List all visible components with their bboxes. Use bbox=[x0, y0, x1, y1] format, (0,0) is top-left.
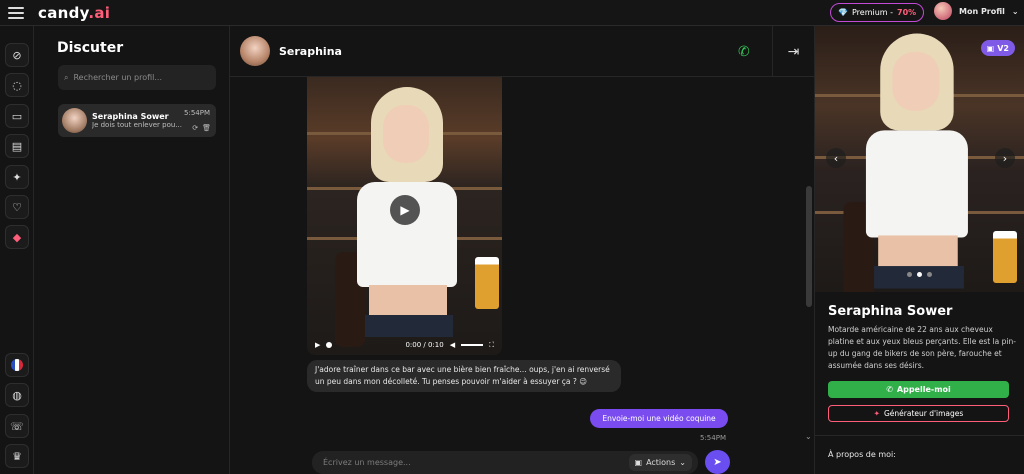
menu-icon[interactable] bbox=[8, 6, 24, 19]
magic-wand-icon[interactable]: ✦ bbox=[5, 165, 29, 189]
logo-text: candy bbox=[38, 3, 89, 22]
profile-label: Mon Profil bbox=[959, 6, 1005, 16]
chat-list: Discuter bbox=[34, 26, 230, 474]
divider bbox=[815, 435, 1024, 436]
avatar bbox=[934, 2, 952, 20]
play-icon[interactable]: ▶ bbox=[315, 341, 320, 349]
call-button-label: Appelle-moi bbox=[896, 385, 951, 394]
message-bubble: J'adore traîner dans ce bar avec une biè… bbox=[307, 360, 621, 392]
collapse-panel-icon[interactable]: ⇥ bbox=[772, 26, 814, 77]
icon-rail: ⊘ ◌ ▭ ▤ ✦ ♡ ◆ ◍ ☏ ♛ bbox=[0, 26, 34, 474]
gem-icon: 💎 bbox=[838, 8, 848, 17]
actions-label: Actions bbox=[646, 458, 676, 467]
chevron-right-icon[interactable]: › bbox=[995, 148, 1015, 168]
list-item[interactable]: Seraphina Sower Je dois tout enlever pou… bbox=[58, 104, 216, 137]
version-badge: ▣ V2 bbox=[980, 40, 1015, 56]
profile-name: Seraphina Sower bbox=[828, 304, 953, 319]
send-icon: ➤ bbox=[713, 456, 722, 468]
video-time: 0:00 / 0:10 bbox=[405, 341, 444, 349]
search-icon: ⌕ bbox=[64, 72, 69, 82]
actions-button[interactable]: ▣ Actions ⌄ bbox=[628, 454, 692, 471]
chevron-left-icon[interactable]: ‹ bbox=[826, 148, 846, 168]
discord-icon[interactable]: ◍ bbox=[5, 383, 29, 407]
message-placeholder: Écrivez un message... bbox=[323, 458, 411, 467]
phone-icon: ✆ bbox=[886, 385, 893, 394]
scrollbar[interactable] bbox=[806, 186, 812, 307]
premium-discount: 70% bbox=[897, 8, 917, 17]
trash-icon[interactable]: 🗑 bbox=[202, 124, 211, 132]
conversation-preview: Je dois tout enlever pou... bbox=[92, 121, 182, 129]
profile-image-carousel[interactable]: ▣ V2 ‹ › bbox=[815, 26, 1024, 292]
character-image bbox=[843, 33, 997, 292]
seek-handle[interactable] bbox=[326, 342, 333, 348]
magic-icon: ✦ bbox=[873, 409, 880, 418]
flag-icon[interactable] bbox=[5, 353, 29, 377]
chat-icon[interactable]: ◌ bbox=[5, 73, 29, 97]
conversation-time: 5:54PM bbox=[184, 109, 210, 117]
message-input[interactable]: Écrivez un message... ▣ Actions ⌄ bbox=[312, 451, 698, 474]
sent-message-text: Envoie-moi une vidéo coquine bbox=[602, 414, 716, 423]
chevron-down-icon[interactable]: ⌄ bbox=[805, 432, 812, 441]
avatar bbox=[62, 108, 87, 133]
call-button[interactable]: ✆ Appelle-moi bbox=[828, 381, 1009, 398]
video-controls: ▶ 0:00 / 0:10 ◀ ⛶ bbox=[307, 337, 502, 353]
chevron-down-icon: ⌄ bbox=[1011, 6, 1019, 16]
profile-panel: ▣ V2 ‹ › Seraphina Sower Motarde américai… bbox=[814, 26, 1024, 474]
compass-icon[interactable]: ⊘ bbox=[5, 43, 29, 67]
volume-slider[interactable] bbox=[461, 344, 484, 346]
logo[interactable]: candy.ai bbox=[38, 4, 110, 22]
chat-header: Seraphina bbox=[230, 26, 814, 77]
premium-button[interactable]: 💎 Premium - 70% bbox=[830, 3, 925, 22]
image-icon: ▣ bbox=[634, 458, 643, 467]
top-bar: candy.ai 💎 Premium - 70% Mon Profil ⌄ bbox=[0, 0, 1024, 26]
phone-icon[interactable]: ✆ bbox=[738, 44, 750, 60]
heart-icon[interactable]: ♡ bbox=[5, 195, 29, 219]
avatar[interactable] bbox=[240, 36, 270, 66]
sent-message-bubble: Envoie-moi une vidéo coquine bbox=[590, 409, 728, 428]
page-title: Discuter bbox=[57, 40, 124, 56]
search-placeholder: Rechercher un profil... bbox=[73, 73, 162, 82]
logo-suffix: .ai bbox=[88, 3, 111, 22]
about-heading: À propos de moi: bbox=[828, 450, 896, 459]
chat-support-icon[interactable]: ☏ bbox=[5, 414, 29, 438]
chevron-down-icon: ⌄ bbox=[679, 458, 686, 467]
card-icon: ▣ bbox=[986, 43, 995, 53]
version-badge-label: V2 bbox=[997, 43, 1009, 53]
cards-icon[interactable]: ▤ bbox=[5, 134, 29, 158]
message-timestamp: 5:54PM bbox=[700, 434, 726, 442]
play-overlay-icon[interactable]: ▶ bbox=[390, 195, 420, 225]
refresh-icon[interactable]: ⟳ bbox=[192, 124, 198, 132]
image-generator-label: Générateur d'images bbox=[883, 409, 964, 418]
fullscreen-icon[interactable]: ⛶ bbox=[489, 341, 494, 350]
send-button[interactable]: ➤ bbox=[705, 450, 730, 474]
trophy-icon[interactable]: ♛ bbox=[5, 444, 29, 468]
profile-menu[interactable]: Mon Profil ⌄ bbox=[934, 2, 1019, 20]
premium-label: Premium - bbox=[851, 8, 893, 17]
search-input[interactable]: ⌕ Rechercher un profil... bbox=[58, 65, 216, 90]
gem-icon[interactable]: ◆ bbox=[5, 225, 29, 249]
chat-title: Seraphina bbox=[279, 44, 342, 58]
conversation-name: Seraphina Sower bbox=[92, 112, 169, 121]
image-generator-button[interactable]: ✦ Générateur d'images bbox=[828, 405, 1009, 422]
volume-icon[interactable]: ◀ bbox=[450, 341, 455, 349]
profile-description: Motarde américaine de 22 ans aux cheveux… bbox=[828, 325, 1016, 370]
carousel-dots bbox=[907, 272, 932, 277]
app-root: candy.ai 💎 Premium - 70% Mon Profil ⌄ ⊘ ◌… bbox=[0, 0, 1024, 474]
gallery-icon[interactable]: ▭ bbox=[5, 104, 29, 128]
